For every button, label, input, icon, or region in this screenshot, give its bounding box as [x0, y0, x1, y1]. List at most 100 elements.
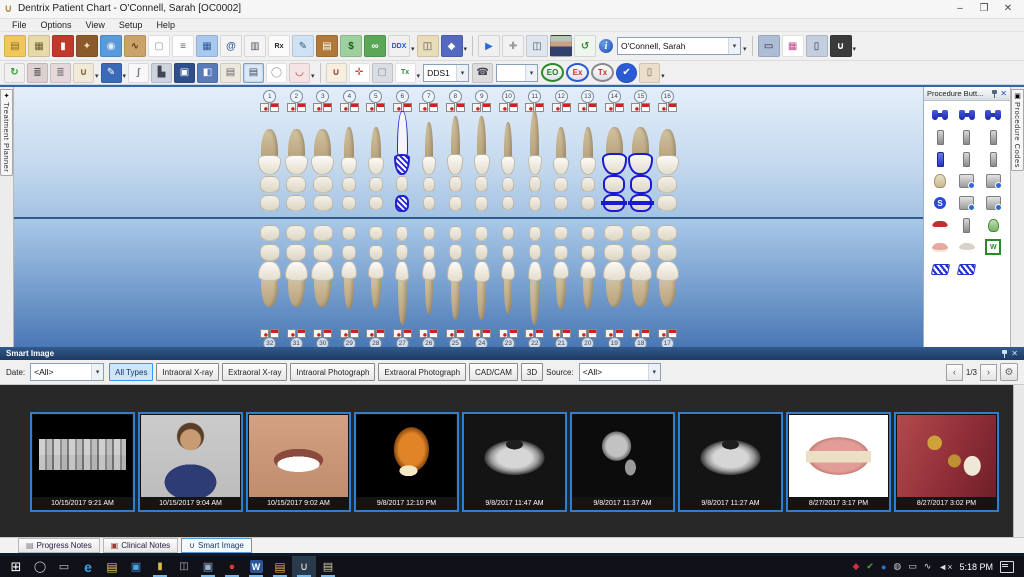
type-filter-3d[interactable]: 3D [521, 363, 543, 381]
tooth-15-lingual[interactable] [628, 175, 655, 193]
tooth-13-lingual[interactable] [575, 175, 602, 193]
taskbar-app-people-icon[interactable]: ◫ [172, 556, 196, 577]
tooth-16-lingual[interactable] [654, 175, 681, 193]
procedure-button-post[interactable] [981, 129, 1005, 145]
email-icon[interactable]: @ [220, 35, 242, 57]
billing-icon[interactable]: $ [340, 35, 362, 57]
tooth-21-lingual[interactable] [548, 243, 575, 261]
tooth-29-occlusal[interactable] [336, 223, 363, 243]
tooth-16-occlusal[interactable] [654, 193, 681, 213]
tooth-9-occlusal[interactable] [469, 193, 496, 213]
tooth-29-flags[interactable] [336, 329, 363, 337]
type-filter-intraoral-photograph[interactable]: Intraoral Photograph [290, 363, 375, 381]
menu-options[interactable]: Options [35, 20, 78, 30]
phone-tooth-icon[interactable]: ☎ [472, 63, 493, 83]
treatment-note-icon[interactable]: ✎ [292, 35, 314, 57]
procedure-button-tooth[interactable] [928, 173, 952, 189]
taskbar-app-monitor-icon[interactable]: ▣ [196, 556, 220, 577]
menu-view[interactable]: View [80, 20, 111, 30]
taskbar-start-icon[interactable]: ⊞ [4, 556, 28, 577]
dropdown-caret-icon[interactable]: ▾ [95, 72, 99, 80]
tooth-27[interactable] [389, 261, 416, 327]
pin-icon[interactable] [991, 90, 998, 98]
thumbnail-cad-model[interactable]: 8/27/2017 3:17 PM [786, 412, 891, 512]
tooth-30-flags[interactable] [310, 329, 337, 337]
tooth-32-occlusal[interactable] [257, 223, 284, 243]
referral-icon[interactable]: ▶ [478, 35, 500, 57]
patient-info-icon[interactable]: i [599, 39, 613, 53]
next-page-button[interactable]: › [980, 364, 997, 381]
quick-add-icon[interactable]: ✚ [502, 35, 524, 57]
taskbar-store-icon[interactable]: ▣ [124, 556, 148, 577]
tooth-11[interactable] [522, 111, 549, 175]
tooth-8-lingual[interactable] [442, 175, 469, 193]
tooth-chart[interactable]: 12345678910111213141516 3231302928272625… [14, 87, 923, 347]
tooth-7-occlusal[interactable] [416, 193, 443, 213]
tooth-25-occlusal[interactable] [442, 223, 469, 243]
tooth-18-lingual[interactable] [628, 243, 655, 261]
tooth-16[interactable] [654, 111, 681, 175]
type-filter-extraoral-x-ray[interactable]: Extraoral X-ray [222, 363, 287, 381]
tooth-25-flags[interactable] [442, 329, 469, 337]
blue-app-icon[interactable]: ● [881, 561, 886, 572]
refresh-icon[interactable]: ↻ [4, 63, 25, 83]
tooth-30[interactable] [310, 261, 337, 327]
tooth-26-occlusal[interactable] [416, 223, 443, 243]
tooth-26-lingual[interactable] [416, 243, 443, 261]
image-palette-icon[interactable]: ▦ [782, 35, 804, 57]
tooth-31-flags[interactable] [283, 329, 310, 337]
clipboard-icon[interactable]: ▤ [220, 63, 241, 83]
light-switch-icon[interactable]: ▯ [639, 63, 660, 83]
procedure-button-post[interactable] [981, 151, 1005, 167]
tooth-18-flags[interactable] [628, 329, 655, 337]
pin-icon[interactable] [1001, 350, 1008, 358]
tooth-3-occlusal[interactable] [310, 193, 337, 213]
source-filter-select[interactable]: <All> ▾ [579, 363, 661, 381]
hard-copy-icon[interactable]: ▮ [52, 35, 74, 57]
patient-photo-icon[interactable] [550, 35, 572, 57]
tooth-8[interactable] [442, 111, 469, 175]
taskbar-app-folder-icon[interactable]: ▤ [268, 556, 292, 577]
tooth-20-flags[interactable] [575, 329, 602, 337]
ex-button[interactable]: Ex [566, 63, 589, 82]
thumbnail-portrait-photo[interactable]: 10/15/2017 9:04 AM [138, 412, 243, 512]
battery-icon[interactable]: ▭ [908, 561, 917, 572]
dropdown-caret-icon[interactable]: ▾ [464, 45, 468, 53]
procedure-button-crown-gray[interactable] [955, 173, 979, 189]
tooth-19[interactable] [601, 261, 628, 327]
tooth-9-lingual[interactable] [469, 175, 496, 193]
thumbnail-bitewing-xrays[interactable]: 10/15/2017 9:21 AM [30, 412, 135, 512]
scanner-icon[interactable]: ▭ [758, 35, 780, 57]
tooth-17-occlusal[interactable] [654, 223, 681, 243]
tooth-9[interactable] [469, 111, 496, 175]
tooth-20[interactable] [575, 261, 602, 327]
procedure-button-denture-gray[interactable] [955, 239, 979, 255]
tooth-4-occlusal[interactable] [336, 193, 363, 213]
exam-chair-icon[interactable]: ▙ [151, 63, 172, 83]
patient-select[interactable]: O'Connell, Sarah▾ [617, 37, 741, 55]
tooth-20-occlusal[interactable] [575, 223, 602, 243]
tooth-11-flags[interactable] [522, 103, 549, 111]
tooth-4[interactable] [336, 111, 363, 175]
tooth-27-occlusal[interactable] [389, 223, 416, 243]
tooth-23-flags[interactable] [495, 329, 522, 337]
procedure-button-crown-gray[interactable] [981, 173, 1005, 189]
type-filter-intraoral-x-ray[interactable]: Intraoral X-ray [156, 363, 219, 381]
taskbar-task-view-icon[interactable]: ▭ [52, 556, 76, 577]
procedure-button-bridge[interactable] [981, 107, 1005, 123]
procedure-button-post[interactable] [955, 151, 979, 167]
tooth-24-flags[interactable] [469, 329, 496, 337]
tooth-19-lingual[interactable] [601, 243, 628, 261]
globe-icon[interactable]: ◍ [893, 561, 901, 572]
dentition-icon[interactable]: ◡ [289, 63, 310, 83]
menu-help[interactable]: Help [150, 20, 181, 30]
thumbnail-panoramic-xray[interactable]: 9/8/2017 11:47 AM [462, 412, 567, 512]
tooth-target-icon[interactable]: ✛ [349, 63, 370, 83]
tooth-28-occlusal[interactable] [363, 223, 390, 243]
procedure-button-crown-gray[interactable] [955, 195, 979, 211]
tooth-13-flags[interactable] [575, 103, 602, 111]
taskbar-app-red-icon[interactable]: ● [220, 556, 244, 577]
tooth-21-flags[interactable] [548, 329, 575, 337]
green-check-icon[interactable]: ✔ [866, 561, 874, 572]
dropdown-caret-icon[interactable]: ▾ [743, 45, 747, 53]
